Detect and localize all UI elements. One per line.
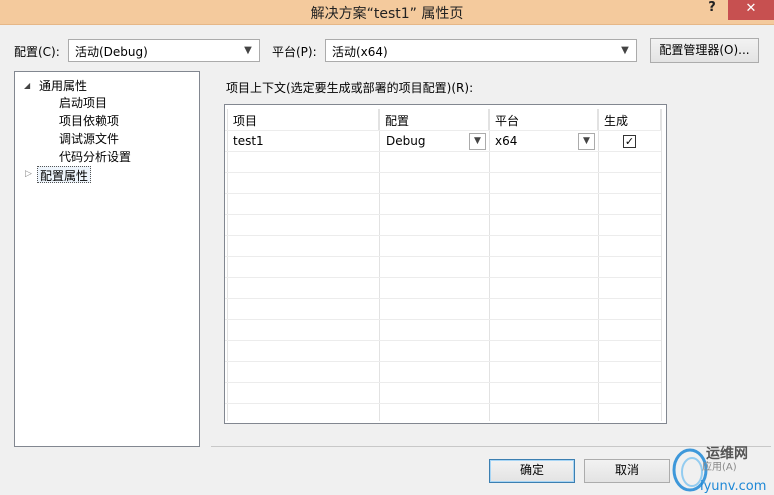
column-divider [661, 109, 662, 421]
column-header-project[interactable]: 项目 [227, 109, 379, 131]
build-checkbox[interactable]: ✓ [623, 135, 636, 148]
row-divider [225, 403, 661, 404]
cancel-button[interactable]: 取消 [584, 459, 670, 483]
tree-item-startup-project[interactable]: 启动项目 [59, 94, 107, 111]
property-tree: ◢ 通用属性 启动项目 项目依赖项 调试源文件 代码分析设置 ▷ 配置属性 [14, 71, 200, 447]
cell-project[interactable]: test1 [233, 134, 264, 148]
row-divider [225, 382, 661, 383]
config-manager-button[interactable]: 配置管理器(O)... [650, 38, 759, 63]
row-divider [225, 319, 661, 320]
row-divider [225, 130, 661, 131]
platform-dropdown-arrow-icon[interactable]: ▼ [578, 133, 595, 150]
column-header-build[interactable]: 生成 [598, 109, 661, 131]
tree-item-code-analysis-settings[interactable]: 代码分析设置 [59, 148, 131, 165]
platform-select-value: 活动(x64) [332, 45, 388, 59]
row-divider [225, 151, 661, 152]
column-header-config[interactable]: 配置 [379, 109, 489, 131]
tree-item-common-properties[interactable]: 通用属性 [39, 77, 87, 94]
column-divider [489, 109, 490, 421]
window-title: 解决方案“test1” 属性页 [310, 6, 464, 22]
close-button[interactable]: ✕ [728, 0, 774, 20]
watermark-text-2: iyunv.com [700, 479, 766, 494]
cell-config[interactable]: Debug [386, 134, 425, 148]
expanded-triangle-icon[interactable]: ◢ [24, 81, 30, 90]
row-divider [225, 172, 661, 173]
tree-item-debug-source-files[interactable]: 调试源文件 [59, 130, 119, 147]
collapsed-triangle-icon[interactable]: ▷ [25, 169, 32, 179]
site-watermark-logo: 运维网 应用(A) iyunv.com [672, 445, 766, 494]
watermark-text-3: 应用(A) [702, 460, 737, 473]
column-divider [598, 109, 599, 421]
cell-platform[interactable]: x64 [495, 134, 517, 148]
row-divider [225, 277, 661, 278]
tree-item-config-properties[interactable]: 配置属性 [37, 166, 92, 183]
help-button[interactable]: ? [698, 0, 726, 20]
row-divider [225, 256, 661, 257]
column-header-platform[interactable]: 平台 [489, 109, 598, 131]
platform-select[interactable]: 活动(x64) ▼ [325, 39, 637, 62]
row-divider [225, 361, 661, 362]
chevron-down-icon: ▼ [244, 45, 252, 56]
config-dropdown-arrow-icon[interactable]: ▼ [469, 133, 486, 150]
row-divider [225, 235, 661, 236]
config-label: 配置(C): [14, 45, 60, 59]
config-select-value: 活动(Debug) [75, 45, 148, 59]
row-divider [225, 298, 661, 299]
title-bar: 解决方案“test1” 属性页 ? ✕ [0, 0, 774, 25]
project-context-grid: 项目 配置 平台 生成 test1 Debug ▼ x64 ▼ ✓ [224, 104, 667, 424]
chevron-down-icon: ▼ [621, 45, 629, 56]
watermark-text-1: 运维网 [706, 445, 748, 462]
column-divider [379, 109, 380, 421]
config-select[interactable]: 活动(Debug) ▼ [68, 39, 260, 62]
platform-label: 平台(P): [272, 45, 317, 59]
project-context-label: 项目上下文(选定要生成或部署的项目配置)(R): [226, 81, 474, 95]
column-divider [227, 109, 228, 421]
tree-item-project-dependencies[interactable]: 项目依赖项 [59, 112, 119, 129]
ok-button[interactable]: 确定 [489, 459, 575, 483]
row-divider [225, 193, 661, 194]
row-divider [225, 340, 661, 341]
row-divider [225, 214, 661, 215]
